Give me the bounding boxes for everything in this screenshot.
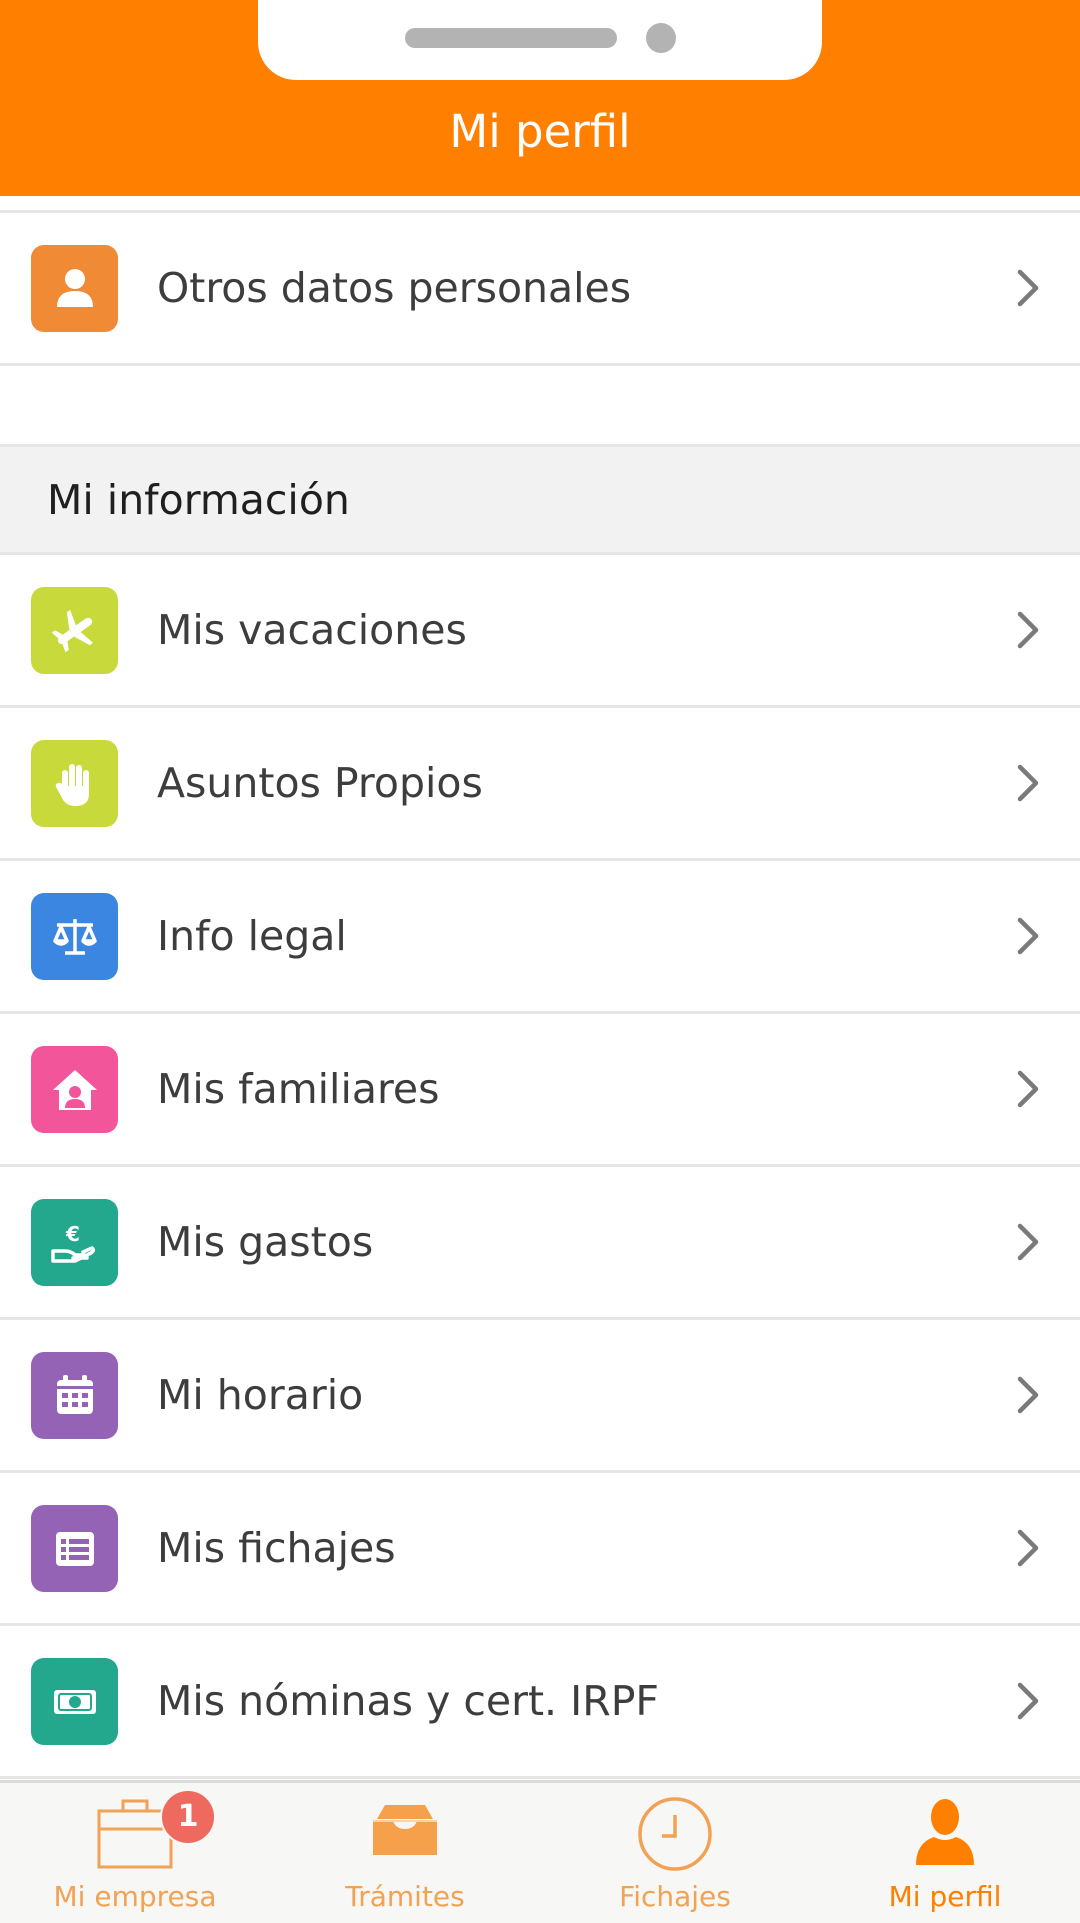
chevron-right-icon xyxy=(1017,1070,1039,1108)
menu-item-label: Otros datos personales xyxy=(157,264,632,312)
chevron-right-icon xyxy=(1017,269,1039,307)
tab-label: Mi empresa xyxy=(53,1880,217,1913)
menu-item-mis-nominas[interactable]: Mis nóminas y cert. IRPF xyxy=(0,1626,1080,1779)
menu-item-label: Mis nóminas y cert. IRPF xyxy=(157,1677,660,1725)
tab-mi-empresa[interactable]: 1 Mi empresa xyxy=(0,1783,270,1923)
tab-fichajes[interactable]: Fichajes xyxy=(540,1783,810,1923)
menu-item-label: Mis gastos xyxy=(157,1218,374,1266)
tab-tramites[interactable]: Trámites xyxy=(270,1783,540,1923)
menu-item-mi-horario[interactable]: Mi horario xyxy=(0,1320,1080,1473)
chevron-right-icon xyxy=(1017,1376,1039,1414)
app-header: Mi perfil xyxy=(0,0,1080,196)
menu-item-mis-fichajes[interactable]: Mis fichajes xyxy=(0,1473,1080,1626)
menu-item-label: Mis fichajes xyxy=(157,1524,396,1572)
page-title: Mi perfil xyxy=(449,105,631,158)
tab-label: Mi perfil xyxy=(888,1880,1002,1913)
money-icon xyxy=(31,1658,118,1745)
menu-item-mis-familiares[interactable]: Mis familiares xyxy=(0,1014,1080,1167)
menu-item-info-legal[interactable]: Info legal xyxy=(0,861,1080,1014)
section-header: Mi información xyxy=(0,447,1080,555)
list-icon xyxy=(31,1505,118,1592)
chevron-right-icon xyxy=(1017,1529,1039,1567)
inbox-tray-icon xyxy=(373,1805,437,1855)
menu-item-label: Mis vacaciones xyxy=(157,606,467,654)
svg-text:€: € xyxy=(65,1222,80,1246)
euro-hand-icon: € xyxy=(31,1199,118,1286)
speaker-grille xyxy=(405,28,617,48)
scales-icon xyxy=(31,893,118,980)
calendar-icon xyxy=(31,1352,118,1439)
airplane-icon xyxy=(31,587,118,674)
menu-item-asuntos-propios[interactable]: Asuntos Propios xyxy=(0,708,1080,861)
profile-icon xyxy=(916,1799,974,1865)
family-home-icon xyxy=(31,1046,118,1133)
chevron-right-icon xyxy=(1017,1223,1039,1261)
person-icon xyxy=(31,245,118,332)
menu-item-mis-vacaciones[interactable]: Mis vacaciones xyxy=(0,555,1080,708)
notification-badge: 1 xyxy=(160,1789,216,1845)
menu-item-label: Asuntos Propios xyxy=(157,759,483,807)
chevron-right-icon xyxy=(1017,917,1039,955)
menu-item-label: Info legal xyxy=(157,912,347,960)
chevron-right-icon xyxy=(1017,1682,1039,1720)
bottom-tab-bar: 1 Mi empresa Trámites Fichajes Mi perfil xyxy=(0,1780,1080,1923)
chevron-right-icon xyxy=(1017,611,1039,649)
hand-icon xyxy=(31,740,118,827)
profile-menu: Otros datos personales Mi información Mi… xyxy=(0,196,1080,1779)
menu-item-label: Mis familiares xyxy=(157,1065,440,1113)
menu-item-otros-datos[interactable]: Otros datos personales xyxy=(0,213,1080,366)
tab-mi-perfil[interactable]: Mi perfil xyxy=(810,1783,1080,1923)
menu-item-label: Mi horario xyxy=(157,1371,364,1419)
chevron-right-icon xyxy=(1017,764,1039,802)
section-title: Mi información xyxy=(47,476,350,524)
tab-label: Fichajes xyxy=(619,1880,731,1913)
device-notch xyxy=(258,0,822,80)
front-camera xyxy=(646,23,676,53)
tab-label: Trámites xyxy=(345,1880,465,1913)
menu-item-mis-gastos[interactable]: € Mis gastos xyxy=(0,1167,1080,1320)
clock-icon xyxy=(638,1797,712,1871)
